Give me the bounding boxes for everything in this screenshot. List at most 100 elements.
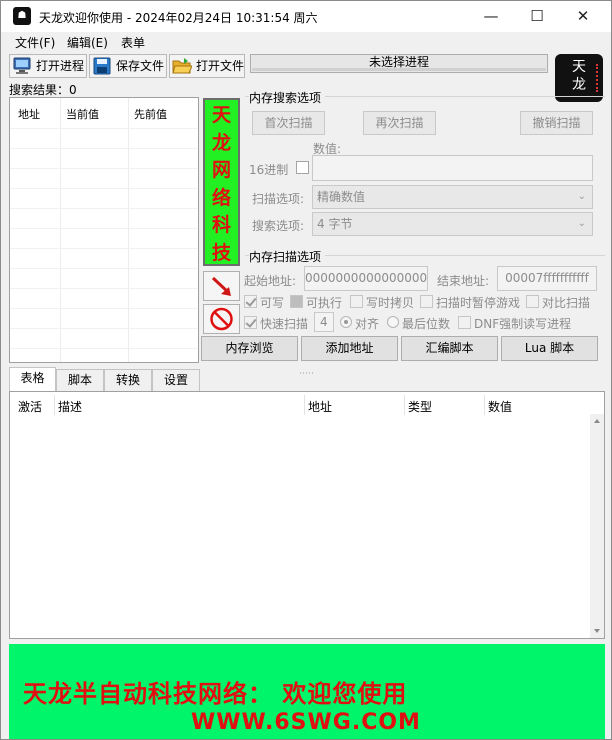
- title-bar[interactable]: ☗ 天龙欢迎你使用 - 2024年02月24日 10:31:54 周六 — ☐ …: [1, 1, 611, 32]
- col-header-active[interactable]: 激活: [18, 398, 42, 415]
- clear-list-button[interactable]: [203, 304, 240, 334]
- open-process-label: 打开进程: [36, 59, 85, 73]
- lua-script-button[interactable]: Lua 脚本: [501, 336, 598, 361]
- first-scan-button[interactable]: 首次扫描: [252, 111, 325, 135]
- red-arrow-icon: [211, 276, 231, 296]
- executable-checkbox[interactable]: [290, 295, 303, 308]
- footer-slogan: 天龙半自动科技网络： 欢迎您使用: [23, 679, 408, 708]
- process-progress-fill: [252, 68, 546, 71]
- column-divider: [60, 98, 61, 362]
- menu-bar: 文件(F) 编辑(E) 表单: [1, 32, 611, 52]
- compare-scan-label: 对比扫描: [542, 296, 591, 310]
- banner-char: 络: [211, 186, 231, 209]
- footer-banner: 天龙半自动科技网络： 欢迎您使用 WWW.6SWG.COM: [9, 644, 605, 739]
- address-list[interactable]: 激活 描述 地址 类型 数值: [9, 391, 605, 639]
- app-logo-icon: ☗: [13, 7, 31, 25]
- copy-on-write-checkbox[interactable]: [350, 295, 363, 308]
- vertical-brand-banner: 天 龙 网 络 科 技: [203, 98, 240, 266]
- chevron-down-icon: ⌄: [577, 191, 586, 202]
- banner-char: 科: [211, 214, 231, 236]
- scan-option-label: 扫描选项:: [252, 192, 305, 206]
- start-address-input[interactable]: 0000000000000000: [304, 266, 428, 291]
- next-scan-button[interactable]: 再次扫描: [363, 111, 436, 135]
- banner-char: 网: [211, 159, 231, 181]
- row-divider: [10, 148, 198, 149]
- hex-label: 16进制: [249, 163, 289, 177]
- row-divider: [10, 328, 198, 329]
- scrollbar-arrows-icon: [594, 419, 600, 633]
- menu-edit[interactable]: 编辑(E): [67, 34, 108, 51]
- dnf-force-label: DNF强制读写进程: [474, 317, 572, 331]
- computer-icon: [13, 57, 31, 74]
- floppy-disk-icon: [93, 57, 111, 75]
- tab-table[interactable]: 表格: [9, 367, 56, 391]
- col-header-previous-value[interactable]: 先前值: [134, 106, 167, 122]
- align-radio[interactable]: [340, 316, 352, 328]
- footer-website[interactable]: WWW.6SWG.COM: [191, 710, 421, 735]
- col-header-description[interactable]: 描述: [58, 398, 82, 415]
- banner-char: 技: [211, 241, 231, 264]
- add-to-list-button[interactable]: [203, 271, 240, 301]
- row-divider: [10, 188, 198, 189]
- column-divider: [404, 395, 405, 415]
- main-window: ☗ 天龙欢迎你使用 - 2024年02月24日 10:31:54 周六 — ☐ …: [0, 0, 612, 740]
- column-divider: [128, 98, 129, 362]
- fast-scan-label: 快速扫描: [260, 317, 309, 331]
- row-divider: [10, 128, 198, 129]
- hex-checkbox[interactable]: [296, 161, 309, 174]
- scan-option-value: 精确数值: [317, 190, 366, 204]
- menu-table[interactable]: 表单: [121, 34, 145, 51]
- align-label: 对齐: [355, 317, 380, 331]
- chevron-down-icon: ⌄: [577, 218, 586, 229]
- open-process-button[interactable]: 打开进程: [9, 54, 87, 78]
- row-divider: [10, 228, 198, 229]
- scan-option-select[interactable]: 精确数值 ⌄: [312, 185, 593, 209]
- col-header-value[interactable]: 数值: [488, 398, 512, 415]
- assemble-script-button[interactable]: 汇编脚本: [401, 336, 498, 361]
- folder-open-icon: [172, 58, 192, 74]
- address-list-scrollbar[interactable]: [590, 414, 604, 638]
- value-input[interactable]: [312, 155, 593, 181]
- dnf-force-checkbox[interactable]: [458, 316, 471, 329]
- last-digits-radio[interactable]: [387, 316, 399, 328]
- open-file-button[interactable]: 打开文件: [169, 54, 245, 78]
- compare-scan-checkbox[interactable]: [526, 295, 539, 308]
- open-file-label: 打开文件: [196, 59, 245, 73]
- col-header-type[interactable]: 类型: [408, 398, 432, 415]
- minimize-button[interactable]: —: [468, 1, 514, 32]
- end-address-input[interactable]: 00007fffffffffff: [497, 266, 597, 291]
- fast-scan-value-input[interactable]: 4: [314, 312, 334, 332]
- save-file-button[interactable]: 保存文件: [89, 54, 167, 78]
- close-button[interactable]: ✕: [560, 1, 606, 32]
- col-header-address[interactable]: 地址: [18, 106, 40, 122]
- tab-settings[interactable]: 设置: [152, 369, 200, 391]
- tab-convert[interactable]: 转换: [104, 369, 152, 391]
- row-divider: [10, 208, 198, 209]
- fast-scan-checkbox[interactable]: [244, 316, 257, 329]
- save-file-label: 保存文件: [116, 59, 165, 73]
- row-divider: [10, 288, 198, 289]
- search-option-select[interactable]: 4 字节 ⌄: [312, 212, 593, 236]
- tab-script[interactable]: 脚本: [56, 369, 104, 391]
- col-header-current-value[interactable]: 当前值: [66, 106, 99, 122]
- banner-char: 天: [211, 104, 231, 126]
- maximize-button[interactable]: ☐: [514, 1, 560, 32]
- writable-checkbox[interactable]: [244, 295, 257, 308]
- start-address-label: 起始地址:: [244, 274, 297, 288]
- menu-file[interactable]: 文件(F): [15, 34, 55, 51]
- logo-seal-mark: [596, 64, 599, 92]
- undo-scan-button[interactable]: 撤销扫描: [520, 111, 593, 135]
- add-address-button[interactable]: 添加地址: [301, 336, 398, 361]
- panel-splitter[interactable]: [9, 364, 605, 374]
- col-header-address[interactable]: 地址: [308, 398, 332, 415]
- search-results-list[interactable]: 地址 当前值 先前值: [9, 97, 199, 363]
- copy-on-write-label: 写时拷贝: [366, 296, 415, 310]
- end-address-label: 结束地址:: [437, 274, 490, 288]
- search-results-count: 搜索结果：0: [9, 83, 77, 97]
- last-digits-label: 最后位数: [402, 317, 451, 331]
- column-divider: [484, 395, 485, 415]
- pause-game-checkbox[interactable]: [420, 295, 433, 308]
- process-status-bar: 未选择进程: [250, 54, 548, 73]
- memory-browse-button[interactable]: 内存浏览: [201, 336, 298, 361]
- row-divider: [10, 268, 198, 269]
